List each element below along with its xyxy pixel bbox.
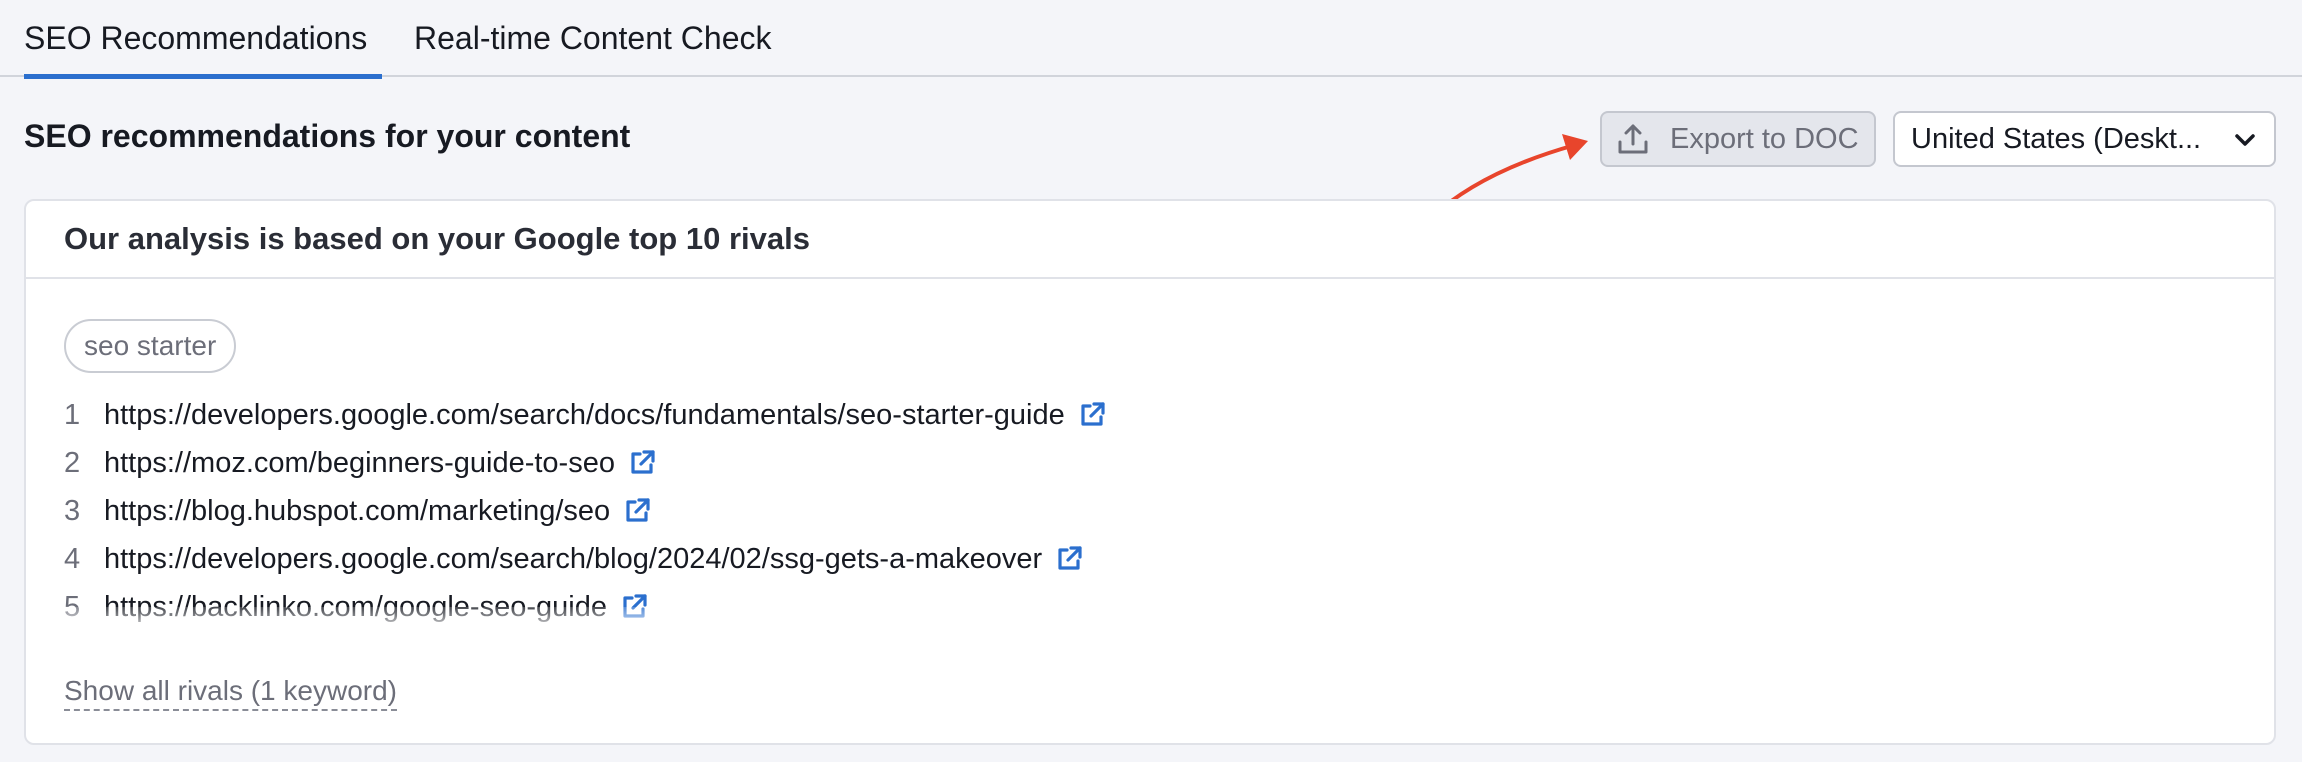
tab-bar: SEO Recommendations Real-time Content Ch…: [0, 0, 2302, 79]
rival-url[interactable]: https://moz.com/beginners-guide-to-seo: [104, 447, 615, 480]
region-device-select[interactable]: United States (Deskt...: [1893, 111, 2276, 167]
rival-rank: 3: [64, 494, 81, 527]
rivals-list: 1 https://developers.google.com/search/d…: [64, 391, 2164, 631]
rival-row: 1 https://developers.google.com/search/d…: [64, 391, 2164, 439]
tab-label: SEO Recommendations: [24, 20, 368, 56]
card-title: Our analysis is based on your Google top…: [26, 201, 2274, 279]
upload-icon: [1616, 122, 1650, 156]
rival-rank: 4: [64, 542, 81, 575]
tab-seo-recommendations[interactable]: SEO Recommendations: [24, 0, 382, 79]
rival-url[interactable]: https://developers.google.com/search/doc…: [104, 399, 1065, 432]
chevron-down-icon: [2232, 127, 2258, 153]
external-link-icon[interactable]: [622, 496, 652, 526]
export-to-doc-button[interactable]: Export to DOC: [1600, 111, 1876, 167]
rival-url[interactable]: https://blog.hubspot.com/marketing/seo: [104, 495, 610, 528]
external-link-icon[interactable]: [619, 592, 649, 622]
rivals-list-viewport[interactable]: 1 https://developers.google.com/search/d…: [64, 391, 2164, 641]
rival-url[interactable]: https://backlinko.com/google-seo-guide: [104, 591, 607, 624]
rival-row: 5 https://backlinko.com/google-seo-guide: [64, 583, 2164, 631]
show-all-rivals-link[interactable]: Show all rivals (1 keyword): [64, 673, 397, 711]
page-title: SEO recommendations for your content: [24, 118, 631, 154]
rival-row: 3 https://blog.hubspot.com/marketing/seo: [64, 487, 2164, 535]
region-select-value: United States (Deskt...: [1911, 122, 2202, 155]
external-link-icon[interactable]: [1077, 400, 1107, 430]
rival-rank: 1: [64, 398, 81, 431]
tab-label: Real-time Content Check: [414, 20, 772, 56]
export-button-label: Export to DOC: [1670, 122, 1859, 155]
rival-row: 4 https://developers.google.com/search/b…: [64, 535, 2164, 583]
rival-rank: 5: [64, 590, 81, 623]
rival-row: 2 https://moz.com/beginners-guide-to-seo: [64, 439, 2164, 487]
external-link-icon[interactable]: [627, 448, 657, 478]
keyword-chip[interactable]: seo starter: [64, 319, 237, 373]
rival-rank: 2: [64, 446, 81, 479]
tab-real-time-content-check[interactable]: Real-time Content Check: [414, 0, 771, 77]
rivals-card: Our analysis is based on your Google top…: [24, 199, 2276, 745]
rival-url[interactable]: https://developers.google.com/search/blo…: [104, 543, 1042, 576]
external-link-icon[interactable]: [1054, 544, 1084, 574]
